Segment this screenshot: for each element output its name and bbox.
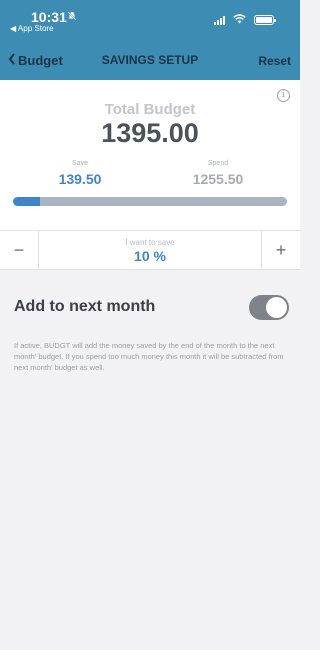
spend-amount: 1255.50 bbox=[192, 171, 244, 187]
total-budget-value: 1395.00 bbox=[101, 118, 199, 148]
status-time: 10:31 bbox=[31, 9, 67, 25]
savings-percent-value: 10 % bbox=[134, 248, 166, 264]
status-bar: 10:31 ◀ App Store bbox=[0, 0, 300, 36]
save-summary: Save 139.50 bbox=[40, 160, 120, 187]
status-icons bbox=[214, 11, 276, 29]
save-label: Save bbox=[72, 160, 88, 167]
spend-summary: Spend 1255.50 bbox=[178, 160, 258, 187]
toggle-knob bbox=[266, 297, 287, 318]
add-to-next-month-label: Add to next month bbox=[14, 298, 156, 315]
stepper-label: I want to save bbox=[125, 238, 175, 247]
budget-summary-card: i Total Budget 1395.00 Save 139.50 Spend… bbox=[0, 80, 300, 230]
page-title: SAVINGS SETUP bbox=[101, 53, 199, 67]
reset-button[interactable]: Reset bbox=[258, 54, 291, 68]
savings-progress-fill bbox=[13, 197, 41, 206]
increase-button[interactable]: + bbox=[261, 231, 300, 269]
spend-label: Spend bbox=[207, 160, 229, 167]
savings-percent-stepper: − I want to save 10 % + bbox=[0, 230, 300, 270]
back-to-app-store[interactable]: ◀ App Store bbox=[10, 24, 54, 33]
total-budget-label: Total Budget bbox=[104, 101, 196, 118]
wifi-icon bbox=[233, 11, 246, 29]
signal-icon bbox=[214, 15, 225, 25]
silent-bell-icon bbox=[67, 11, 77, 24]
battery-icon bbox=[254, 15, 276, 25]
add-to-next-month-description: If active, BUDGT will add the money save… bbox=[14, 341, 284, 372]
savings-progress-bar bbox=[13, 197, 287, 206]
save-amount: 139.50 bbox=[58, 171, 102, 187]
decrease-button[interactable]: − bbox=[0, 231, 39, 269]
add-to-next-month-toggle[interactable] bbox=[249, 295, 289, 320]
top-header: 10:31 ◀ App Store Budget SAVINGS SETUP R… bbox=[0, 0, 300, 80]
